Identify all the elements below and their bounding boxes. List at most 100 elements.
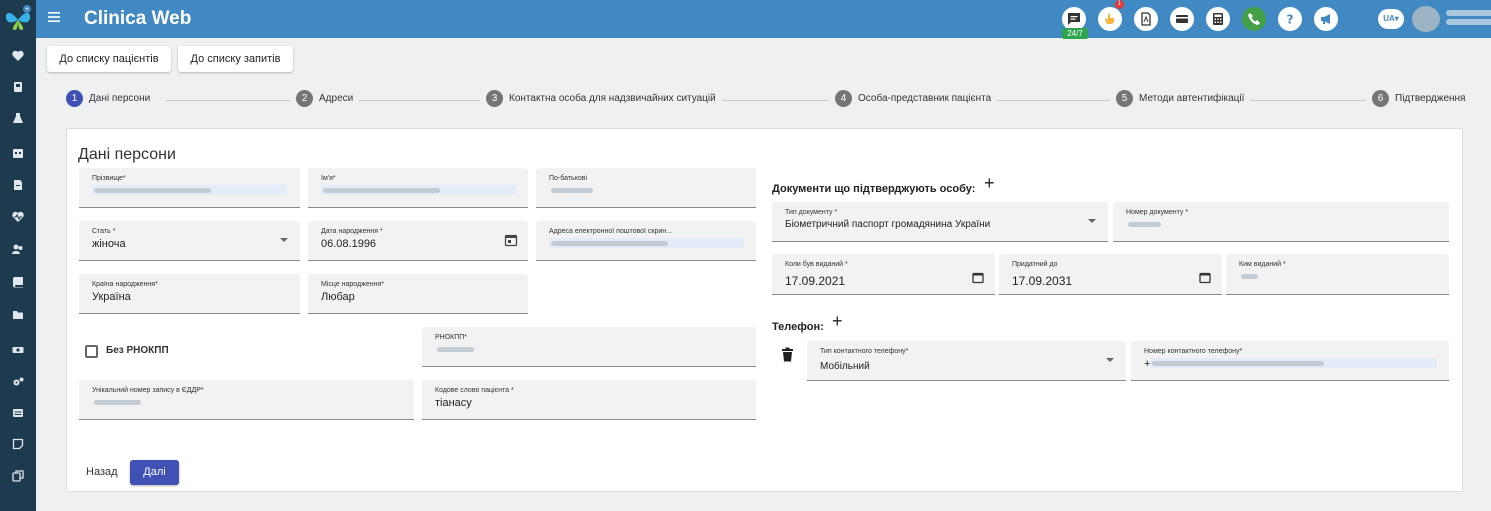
name-field[interactable]: Ім'я*: [308, 168, 528, 208]
chevron-down-icon: [280, 238, 288, 242]
issuer-value-blurred: [1239, 271, 1267, 281]
sidebar: +: [0, 0, 36, 511]
step-1[interactable]: 1 Дані персони: [66, 90, 157, 107]
sidebar-item-copy[interactable]: [0, 466, 36, 486]
phone-icon: [1248, 13, 1260, 25]
menu-icon[interactable]: [48, 11, 60, 23]
sidebar-item-folder[interactable]: [0, 305, 36, 325]
gender-select[interactable]: Стать * жіноча: [79, 221, 300, 261]
step-label: Адреси: [319, 93, 354, 104]
badge-icon: [14, 82, 22, 92]
no-rnokpp-checkbox[interactable]: [85, 345, 98, 358]
svg-text:?: ?: [1287, 13, 1294, 27]
document-type-select[interactable]: Тип документу * Біометричний паспорт гро…: [772, 202, 1108, 242]
help-button[interactable]: ?: [1278, 7, 1302, 31]
avatar[interactable]: [1412, 6, 1440, 32]
card-icon: [1176, 15, 1188, 23]
phone-heading: Телефон:: [772, 321, 824, 333]
document-number-field[interactable]: Номер документу *: [1113, 202, 1449, 242]
stepper: 1 Дані персони 2 Адреси 3 Контактна особа д…: [66, 90, 1466, 112]
phone-type-select[interactable]: Тип контактного телефону* Мобільний: [807, 341, 1126, 381]
language-selector[interactable]: UA▾: [1378, 9, 1404, 29]
surname-field[interactable]: Прізвище*: [79, 168, 300, 208]
sidebar-item-badge[interactable]: [0, 77, 36, 97]
support-badge: 24/7: [1062, 28, 1088, 39]
calendar-icon[interactable]: [971, 271, 985, 285]
sidebar-item-document[interactable]: [0, 175, 36, 195]
sidebar-item-money[interactable]: [0, 340, 36, 360]
birthdate-field[interactable]: Дата народження * 06.08.1996: [308, 221, 528, 261]
step-2[interactable]: 2 Адреси: [290, 90, 360, 107]
app-title: Clinica Web: [84, 8, 192, 29]
step-4[interactable]: 4 Особа-представник пацієнта: [829, 90, 998, 107]
issuer-field[interactable]: Ким виданий *: [1226, 254, 1449, 295]
step-label: Контактна особа для надзвичайних ситуаці…: [509, 93, 716, 104]
next-button[interactable]: Далі: [130, 460, 179, 485]
user-info[interactable]: [1446, 7, 1491, 29]
chevron-down-icon: [1088, 219, 1096, 223]
sidebar-item-heartbeat[interactable]: [0, 207, 36, 227]
sidebar-item-list[interactable]: [0, 403, 36, 423]
folder-icon: [13, 311, 23, 319]
to-requests-button[interactable]: До списку запитів: [178, 46, 293, 72]
phone-call-button[interactable]: [1242, 7, 1266, 31]
top-bar: Clinica Web ? UA▾: [36, 0, 1491, 38]
birth-place-field[interactable]: Місце народження* Любар: [308, 274, 528, 314]
add-document-icon[interactable]: +: [984, 173, 995, 194]
heart-icon: [12, 50, 24, 61]
card-button[interactable]: [1170, 7, 1194, 31]
eddr-field[interactable]: Унікальний номер запису в ЄДДР*: [79, 380, 414, 420]
birth-country-field[interactable]: Країна народження* Україна: [79, 274, 300, 314]
calendar-icon[interactable]: [504, 233, 518, 247]
patronymic-value-blurred: [549, 185, 619, 195]
notification-badge: 1: [1115, 0, 1124, 9]
rnokpp-field[interactable]: РНОКПП*: [422, 327, 756, 367]
note-icon: [12, 438, 24, 450]
copy-icon: [12, 470, 24, 482]
email-value-blurred: [549, 238, 744, 248]
section-title-person: Дані персони: [78, 146, 176, 163]
users-icon: [12, 244, 23, 254]
documents-heading: Документи що підтверджують особу:: [772, 183, 976, 195]
sidebar-item-note[interactable]: [0, 434, 36, 454]
calculator-icon: [1213, 13, 1223, 25]
sidebar-item-cogs[interactable]: [0, 372, 36, 392]
codeword-field[interactable]: Кодове слово пацієнта * тіанасу: [422, 380, 756, 420]
issued-date-field[interactable]: Коли був виданий * 17.09.2021: [772, 254, 995, 295]
step-6[interactable]: 6 Підтвердження: [1366, 90, 1466, 107]
back-button[interactable]: Назад: [78, 460, 126, 485]
sidebar-item-users[interactable]: [0, 239, 36, 259]
add-phone-icon[interactable]: +: [832, 311, 843, 332]
phone-number-field[interactable]: Номер контактного телефону* +: [1131, 341, 1449, 381]
calendar-icon[interactable]: [1198, 271, 1212, 285]
pdf-button[interactable]: [1134, 7, 1158, 31]
app-logo-icon[interactable]: +: [3, 4, 33, 32]
heartbeat-icon: [12, 211, 24, 222]
sidebar-item-heart[interactable]: [0, 46, 36, 66]
step-label: Підтвердження: [1395, 93, 1466, 104]
book-icon: [13, 277, 23, 288]
money-icon: [12, 347, 24, 353]
pdf-icon: [1141, 12, 1151, 26]
patronymic-field[interactable]: По-батькові: [536, 168, 756, 208]
chevron-down-icon: [1106, 358, 1114, 362]
hand-button[interactable]: [1098, 7, 1122, 31]
to-patients-button[interactable]: До списку пацієнтів: [47, 46, 171, 72]
calculator-button[interactable]: [1206, 7, 1230, 31]
flask-icon: [13, 113, 23, 123]
name-value-blurred: [321, 185, 516, 195]
sidebar-item-book[interactable]: [0, 272, 36, 292]
phone-number-blurred: [1150, 358, 1437, 368]
surname-value-blurred: [92, 185, 287, 195]
sidebar-item-flask[interactable]: [0, 108, 36, 128]
trash-icon[interactable]: [781, 347, 794, 362]
email-field[interactable]: Адреса електронної поштової скрин...: [536, 221, 756, 261]
step-3[interactable]: 3 Контактна особа для надзвичайних ситуац…: [480, 90, 722, 107]
step-5[interactable]: 5 Методи автентифікації: [1110, 90, 1251, 107]
svg-text:+: +: [24, 6, 29, 13]
step-label: Особа-представник пацієнта: [858, 93, 992, 104]
chat-icon: [1068, 13, 1080, 25]
sidebar-item-calendar[interactable]: [0, 143, 36, 163]
announcements-button[interactable]: [1314, 7, 1338, 31]
valid-until-field[interactable]: Придатний до 17.09.2031: [999, 254, 1222, 295]
